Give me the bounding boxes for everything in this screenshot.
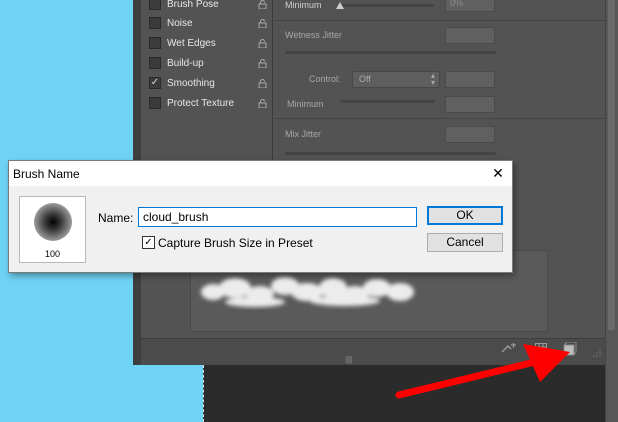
lock-icon[interactable] (258, 38, 267, 48)
mix-jitter-slider[interactable] (285, 152, 496, 155)
option-build-up[interactable]: Build-up (141, 53, 273, 73)
protect-texture-checkbox[interactable] (149, 97, 161, 109)
capture-size-label[interactable]: Capture Brush Size in Preset (158, 236, 313, 250)
red-arrow-annotation (395, 344, 570, 399)
option-protect-texture[interactable]: Protect Texture (141, 93, 273, 113)
mix-jitter-label: Mix Jitter (285, 129, 321, 139)
section-divider (274, 118, 605, 119)
lock-icon[interactable] (258, 58, 267, 68)
smoothing-checkbox[interactable]: ✓ (149, 77, 161, 89)
lock-icon[interactable] (258, 0, 267, 9)
option-label: Protect Texture (167, 97, 235, 109)
name-label: Name: (98, 211, 134, 225)
panel-grip-handle[interactable]: |||||| (345, 355, 353, 364)
panel-scroll-thumb[interactable] (608, 0, 615, 330)
brush-thumbnail: 100 (19, 196, 86, 263)
section-divider (274, 20, 605, 21)
minimum-slider[interactable] (338, 4, 434, 7)
option-label: Smoothing (167, 77, 215, 89)
option-label: Wet Edges (167, 37, 216, 49)
wetness-jitter-field[interactable] (445, 27, 495, 44)
lock-icon[interactable] (258, 78, 267, 88)
option-smoothing[interactable]: ✓ Smoothing (141, 73, 273, 93)
brush-tip-preview (34, 203, 72, 241)
build-up-checkbox[interactable] (149, 57, 161, 69)
minimum2-label: Minimum (287, 99, 324, 109)
minimum2-field[interactable] (445, 96, 495, 113)
wet-edges-checkbox[interactable] (149, 37, 161, 49)
ok-button[interactable]: OK (427, 206, 503, 225)
minimum-value-field[interactable]: 0% (445, 0, 495, 12)
brush-name-dialog: Brush Name ✕ 100 Name: ✓ Capture Brush S… (8, 160, 513, 273)
minimum-slider-knob[interactable] (336, 2, 344, 9)
mix-jitter-field[interactable] (445, 126, 495, 143)
lock-icon[interactable] (258, 98, 267, 108)
close-icon[interactable]: ✕ (484, 162, 512, 185)
minimum-label: Minimum (285, 0, 322, 10)
lock-icon[interactable] (258, 18, 267, 28)
noise-checkbox[interactable] (149, 17, 161, 29)
minimum2-slider[interactable] (340, 100, 435, 103)
brush-pose-checkbox[interactable] (149, 0, 161, 10)
select-arrows-icon: ▴ ▾ (430, 71, 435, 87)
option-noise[interactable]: Noise (141, 13, 273, 33)
resize-grip-icon[interactable] (592, 348, 602, 358)
cloud-stroke-preview (201, 277, 414, 307)
option-label: Build-up (167, 57, 204, 69)
dialog-title: Brush Name (13, 167, 80, 181)
control-select[interactable]: Off ▴ ▾ (352, 71, 440, 88)
control-label: Control: (309, 74, 341, 84)
capture-size-checkbox[interactable]: ✓ (142, 236, 155, 249)
brush-size-label: 100 (44, 249, 61, 259)
wetness-jitter-slider[interactable] (285, 51, 496, 54)
cancel-button[interactable]: Cancel (427, 233, 503, 252)
brush-options-list: Brush Pose Noise Wet Edges Build-up ✓ Sm… (141, 0, 273, 160)
option-brush-pose[interactable]: Brush Pose (141, 0, 273, 14)
brush-name-input[interactable] (138, 207, 417, 227)
dialog-titlebar[interactable]: Brush Name ✕ (9, 161, 512, 186)
option-wet-edges[interactable]: Wet Edges (141, 33, 273, 53)
option-label: Noise (167, 17, 193, 29)
wetness-jitter-label: Wetness Jitter (285, 30, 342, 40)
option-label: Brush Pose (167, 0, 219, 10)
control-value-field[interactable] (445, 71, 495, 88)
